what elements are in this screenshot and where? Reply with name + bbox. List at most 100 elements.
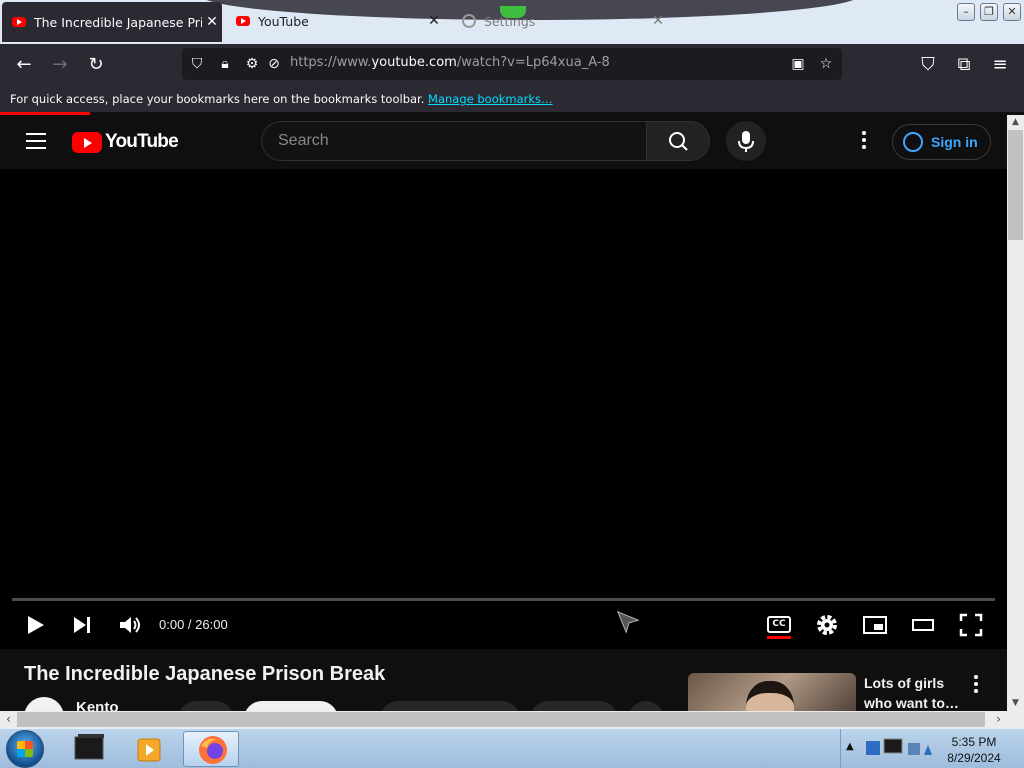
channel-avatar[interactable] — [24, 697, 64, 711]
tab-video[interactable]: The Incredible Japanese Prison Break ✕ — [2, 2, 222, 42]
scroll-right-icon[interactable]: › — [990, 711, 1007, 728]
subtitles-active-indicator — [767, 636, 791, 639]
reload-icon[interactable]: ↻ — [84, 53, 108, 77]
subscribe-button[interactable] — [244, 701, 338, 711]
search-button[interactable] — [646, 121, 710, 161]
autoplay-blocked-icon[interactable]: ⊘ — [264, 54, 284, 74]
show-hidden-icons-icon[interactable]: ▲ — [846, 741, 854, 752]
extensions-icon[interactable]: ⧉ — [952, 53, 976, 77]
share-button[interactable] — [530, 701, 618, 711]
settings-gear-icon[interactable] — [814, 612, 840, 638]
start-button[interactable] — [6, 730, 44, 768]
video-info-section: The Incredible Japanese Prison Break Ken… — [0, 649, 1007, 711]
channel-name[interactable]: Kento — [76, 699, 119, 711]
thumbnail-image — [746, 681, 794, 711]
like-dislike-pill[interactable] — [380, 701, 520, 711]
gear-icon — [462, 14, 476, 28]
sign-in-button[interactable]: Sign in — [892, 124, 991, 160]
settings-menu-icon[interactable] — [854, 131, 874, 151]
scroll-down-icon[interactable]: ▼ — [1007, 696, 1024, 711]
youtube-favicon-icon — [236, 16, 250, 26]
back-arrow-icon[interactable]: ← — [12, 53, 36, 77]
horizontal-scrollbar[interactable]: ‹ › — [0, 711, 1007, 728]
permissions-icon[interactable]: ⚙ — [242, 54, 262, 74]
youtube-favicon-icon — [12, 17, 26, 27]
video-progress-bar[interactable] — [12, 598, 995, 601]
window-app-icon — [74, 734, 104, 760]
tab-title: Settings — [484, 13, 536, 29]
vertical-scroll-thumb[interactable] — [1008, 130, 1023, 240]
related-video-menu-icon[interactable] — [972, 675, 980, 696]
url-text[interactable]: https://www.youtube.com/watch?v=Lp64xua_… — [290, 55, 610, 70]
taskbar-app-explorer[interactable] — [62, 731, 118, 767]
bookmarks-toolbar: For quick access, place your bookmarks h… — [0, 86, 1024, 112]
tracking-shield-icon[interactable]: ⛉ — [187, 54, 207, 74]
app-menu-icon[interactable]: ≡ — [988, 53, 1012, 77]
scroll-up-icon[interactable]: ▲ — [1007, 115, 1024, 130]
taskbar-app-firefox[interactable] — [183, 731, 239, 767]
scroll-left-icon[interactable]: ‹ — [0, 711, 17, 728]
pocket-icon[interactable]: ⛉ — [916, 53, 940, 77]
close-window-button[interactable]: ✕ — [1003, 3, 1021, 21]
horizontal-scroll-thumb[interactable] — [17, 712, 985, 727]
microphone-icon — [738, 131, 754, 152]
close-tab-icon[interactable]: ✕ — [202, 14, 222, 30]
url-bar[interactable]: ⛉ 🔒︎ ⚙ ⊘ https://www.youtube.com/watch?v… — [182, 48, 842, 80]
fullscreen-icon[interactable] — [958, 612, 984, 638]
action-pill[interactable] — [178, 701, 234, 711]
play-icon[interactable] — [24, 612, 48, 638]
tab-title: YouTube — [258, 13, 309, 29]
tray-network-icon[interactable] — [864, 735, 938, 763]
screen: The Incredible Japanese Prison Break ✕ Y… — [0, 0, 1024, 768]
windows-taskbar: ▲ 5:35 PM 8/29/2024 — [0, 728, 1024, 768]
voice-search-button[interactable] — [726, 121, 766, 161]
url-path: /watch?v=Lp64xua_A-8 — [456, 55, 610, 70]
clock-time: 5:35 PM — [951, 735, 997, 749]
subtitles-button[interactable]: CC — [767, 616, 791, 633]
close-tab-icon[interactable]: ✕ — [424, 13, 444, 29]
sign-in-label: Sign in — [931, 134, 978, 150]
youtube-logo[interactable]: YouTube — [72, 130, 179, 154]
search-icon — [669, 132, 688, 151]
lock-icon[interactable]: 🔒︎ — [215, 54, 235, 74]
forward-arrow-icon[interactable]: → — [48, 53, 72, 77]
more-actions-button[interactable] — [628, 701, 664, 711]
youtube-logo-text: YouTube — [105, 131, 179, 152]
bookmarks-hint: For quick access, place your bookmarks h… — [10, 92, 425, 106]
youtube-page: YouTube Sign in — [0, 115, 1007, 711]
volume-icon[interactable] — [117, 612, 143, 638]
media-player-icon — [137, 738, 161, 762]
vertical-scrollbar[interactable]: ▲ ▼ — [1007, 115, 1024, 711]
mouse-cursor-icon — [616, 610, 640, 634]
search-input[interactable] — [262, 122, 646, 160]
url-host: youtube.com — [371, 55, 457, 70]
minimize-window-button[interactable]: – — [957, 3, 975, 21]
firefox-icon — [199, 736, 227, 764]
video-player[interactable]: 0:00 / 26:00 CC — [0, 169, 1007, 649]
video-title: The Incredible Japanese Prison Break — [24, 663, 386, 685]
related-video-title[interactable]: Lots of girls who want to… — [864, 673, 964, 711]
tab-title: The Incredible Japanese Prison Break — [34, 14, 202, 30]
youtube-masthead: YouTube Sign in — [0, 115, 1007, 169]
next-video-icon[interactable] — [70, 612, 94, 638]
tray-separator — [840, 729, 841, 768]
tab-settings[interactable]: Settings ✕ — [448, 2, 668, 40]
reader-view-icon[interactable]: ▣ — [788, 54, 808, 74]
hamburger-menu-icon[interactable] — [26, 133, 46, 149]
browser-tab-strip: The Incredible Japanese Prison Break ✕ Y… — [0, 0, 1024, 44]
taskbar-app-media-player[interactable] — [122, 731, 178, 767]
search-box — [261, 121, 647, 161]
restore-window-button[interactable]: ❐ — [980, 3, 998, 21]
manage-bookmarks-link[interactable]: Manage bookmarks… — [428, 92, 553, 106]
theater-mode-icon[interactable] — [910, 612, 936, 638]
clock-date: 8/29/2024 — [947, 751, 1001, 765]
video-time: 0:00 / 26:00 — [159, 617, 228, 632]
miniplayer-icon[interactable] — [862, 612, 888, 638]
tab-youtube[interactable]: YouTube ✕ — [226, 2, 444, 40]
account-icon — [903, 132, 923, 152]
youtube-logo-icon — [72, 131, 102, 153]
related-video-thumbnail[interactable] — [688, 673, 856, 711]
bookmark-star-icon[interactable]: ☆ — [816, 54, 836, 74]
close-tab-icon[interactable]: ✕ — [648, 13, 668, 29]
system-clock[interactable]: 5:35 PM 8/29/2024 — [940, 734, 1008, 766]
